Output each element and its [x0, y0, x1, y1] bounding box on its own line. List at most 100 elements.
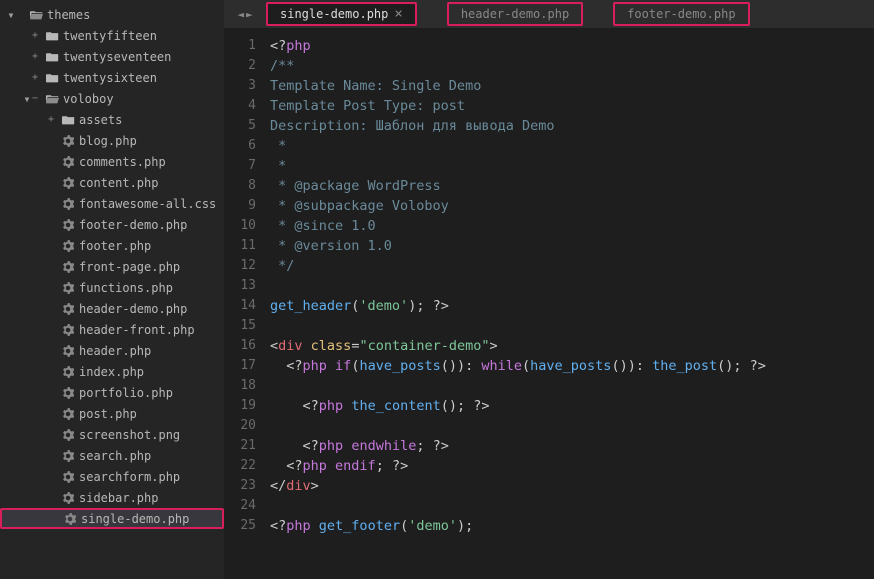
code-line[interactable]: get_header('demo'); ?> [270, 296, 874, 316]
code-line[interactable]: <?php get_footer('demo'); [270, 516, 874, 536]
tree-item-footer-php[interactable]: footer.php [0, 235, 224, 256]
code-line[interactable]: <?php endwhile; ?> [270, 436, 874, 456]
tab-nav-right-icon[interactable]: ► [246, 8, 253, 21]
file-gear-icon [60, 324, 76, 336]
tree-item-search-php[interactable]: search.php [0, 445, 224, 466]
code-content[interactable]: <?php/**Template Name: Single DemoTempla… [270, 36, 874, 579]
tree-item-front-page-php[interactable]: front-page.php [0, 256, 224, 277]
code-line[interactable] [270, 416, 874, 436]
line-number: 23 [224, 476, 256, 496]
tree-item-label: voloboy [63, 92, 114, 106]
expand-icon[interactable]: + [32, 51, 44, 62]
code-line[interactable] [270, 376, 874, 396]
tree-item-label: functions.php [79, 281, 173, 295]
tree-item-themes[interactable]: ▾ themes [0, 4, 224, 25]
tree-item-searchform-php[interactable]: searchform.php [0, 466, 224, 487]
tree-item-label: header-demo.php [79, 302, 187, 316]
code-line[interactable]: * @subpackage Voloboy [270, 196, 874, 216]
file-tree-sidebar[interactable]: ▾ themes +twentyfifteen+twentyseventeen+tw… [0, 0, 224, 579]
file-gear-icon [60, 282, 76, 294]
folder-icon [44, 51, 60, 62]
line-number: 9 [224, 196, 256, 216]
line-number: 19 [224, 396, 256, 416]
chevron-icon[interactable]: ▾ [22, 92, 32, 106]
tab-nav-arrows[interactable]: ◄ ► [224, 8, 266, 21]
tree-item-content-php[interactable]: content.php [0, 172, 224, 193]
line-number-gutter: 1234567891011121314151617181920212223242… [224, 36, 270, 579]
tree-item-header-front-php[interactable]: header-front.php [0, 319, 224, 340]
code-line[interactable]: * [270, 136, 874, 156]
expand-icon[interactable]: + [48, 114, 60, 125]
line-number: 16 [224, 336, 256, 356]
code-line[interactable]: * @package WordPress [270, 176, 874, 196]
line-number: 12 [224, 256, 256, 276]
code-line[interactable]: Template Name: Single Demo [270, 76, 874, 96]
code-line[interactable]: /** [270, 56, 874, 76]
tree-item-label: footer-demo.php [79, 218, 187, 232]
tab-single-demo-php[interactable]: single-demo.php × [266, 2, 417, 26]
tree-item-label: front-page.php [79, 260, 180, 274]
tree-item-header-demo-php[interactable]: header-demo.php [0, 298, 224, 319]
tree-item-twentyfifteen[interactable]: +twentyfifteen [0, 25, 224, 46]
tree-item-blog-php[interactable]: blog.php [0, 130, 224, 151]
tree-item-label: footer.php [79, 239, 151, 253]
tab-nav-left-icon[interactable]: ◄ [237, 8, 244, 21]
line-number: 14 [224, 296, 256, 316]
file-gear-icon [60, 492, 76, 504]
code-line[interactable] [270, 496, 874, 516]
code-line[interactable]: <?php endif; ?> [270, 456, 874, 476]
code-line[interactable]: * [270, 156, 874, 176]
code-line[interactable]: <?php the_content(); ?> [270, 396, 874, 416]
code-line[interactable] [270, 276, 874, 296]
tree-item-footer-demo-php[interactable]: footer-demo.php [0, 214, 224, 235]
code-line[interactable] [270, 316, 874, 336]
folder-icon [60, 114, 76, 125]
file-gear-icon [60, 387, 76, 399]
tab-label: header-demo.php [461, 7, 569, 21]
tree-item-header-php[interactable]: header.php [0, 340, 224, 361]
expand-icon[interactable]: + [32, 30, 44, 41]
tree-item-label: search.php [79, 449, 151, 463]
tree-item-label: index.php [79, 365, 144, 379]
line-number: 3 [224, 76, 256, 96]
code-line[interactable]: */ [270, 256, 874, 276]
code-line[interactable]: <div class="container-demo"> [270, 336, 874, 356]
line-number: 18 [224, 376, 256, 396]
tree-item-functions-php[interactable]: functions.php [0, 277, 224, 298]
line-number: 15 [224, 316, 256, 336]
code-line[interactable]: * @since 1.0 [270, 216, 874, 236]
tree-item-portfolio-php[interactable]: portfolio.php [0, 382, 224, 403]
code-line[interactable]: * @version 1.0 [270, 236, 874, 256]
tree-item-screenshot-png[interactable]: screenshot.png [0, 424, 224, 445]
tree-item-post-php[interactable]: post.php [0, 403, 224, 424]
expand-icon[interactable]: − [32, 93, 44, 104]
tree-item-index-php[interactable]: index.php [0, 361, 224, 382]
file-gear-icon [60, 345, 76, 357]
tree-item-label: themes [47, 8, 90, 22]
expand-icon[interactable]: + [32, 72, 44, 83]
tree-item-voloboy[interactable]: ▾− voloboy [0, 88, 224, 109]
tree-item-single-demo-php[interactable]: single-demo.php [0, 508, 224, 529]
tree-item-sidebar-php[interactable]: sidebar.php [0, 487, 224, 508]
line-number: 2 [224, 56, 256, 76]
code-line[interactable]: Template Post Type: post [270, 96, 874, 116]
tab-footer-demo-php[interactable]: footer-demo.php [613, 2, 749, 26]
file-gear-icon [60, 429, 76, 441]
tab-header-demo-php[interactable]: header-demo.php [447, 2, 583, 26]
chevron-icon[interactable]: ▾ [6, 8, 16, 22]
code-line[interactable]: </div> [270, 476, 874, 496]
code-editor[interactable]: 1234567891011121314151617181920212223242… [224, 28, 874, 579]
close-icon[interactable]: × [394, 6, 402, 22]
code-line[interactable]: <?php [270, 36, 874, 56]
code-line[interactable]: Description: Шаблон для вывода Demo [270, 116, 874, 136]
folder-icon [44, 30, 60, 41]
tab-label: single-demo.php [280, 7, 388, 21]
code-line[interactable]: <?php if(have_posts()): while(have_posts… [270, 356, 874, 376]
tree-item-comments-php[interactable]: comments.php [0, 151, 224, 172]
tree-item-twentyseventeen[interactable]: +twentyseventeen [0, 46, 224, 67]
tree-item-twentysixteen[interactable]: +twentysixteen [0, 67, 224, 88]
tree-item-label: screenshot.png [79, 428, 180, 442]
file-gear-icon [60, 156, 76, 168]
tree-item-fontawesome-all-css[interactable]: fontawesome-all.css [0, 193, 224, 214]
tree-item-assets[interactable]: +assets [0, 109, 224, 130]
